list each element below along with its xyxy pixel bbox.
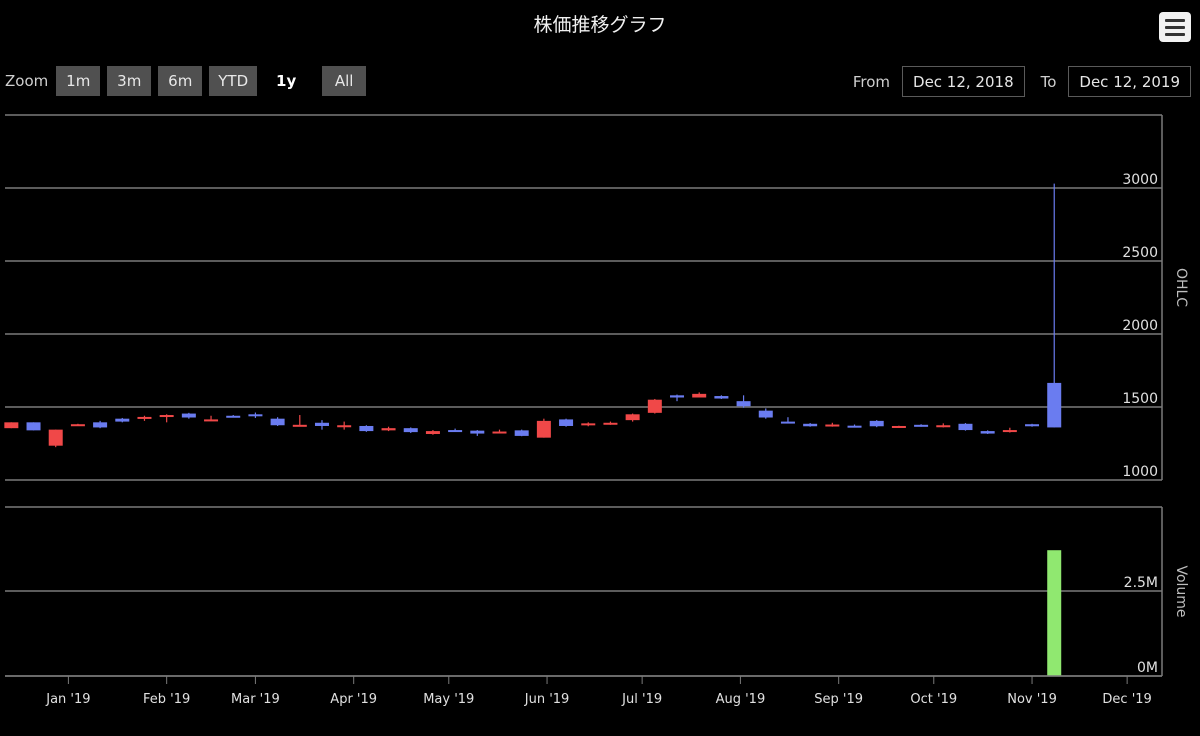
candle-body bbox=[314, 422, 329, 426]
x-tick-label: Mar '19 bbox=[231, 692, 280, 707]
x-tick-label: Dec '19 bbox=[1102, 692, 1151, 707]
ohlc-ytick-label: 1000 bbox=[1122, 464, 1158, 480]
volume-bar bbox=[1047, 550, 1062, 676]
candle-body bbox=[891, 425, 906, 428]
x-tick-label: Oct '19 bbox=[910, 692, 957, 707]
candle-body bbox=[780, 421, 795, 424]
x-tick-label: Aug '19 bbox=[716, 692, 766, 707]
candle-body bbox=[1025, 424, 1040, 427]
candle-body bbox=[559, 419, 574, 426]
candle-body bbox=[403, 428, 418, 433]
candle-body bbox=[980, 431, 995, 434]
ohlc-ytick-label: 2500 bbox=[1122, 245, 1158, 261]
x-tick-label: May '19 bbox=[423, 692, 474, 707]
candle-body bbox=[448, 430, 463, 433]
candle-body bbox=[381, 428, 396, 431]
volume-ytick-label: 2.5M bbox=[1124, 575, 1158, 591]
candle-body bbox=[70, 424, 85, 427]
candle-body bbox=[359, 425, 374, 432]
candle-body bbox=[736, 401, 751, 407]
x-tick-label: Jun '19 bbox=[524, 692, 570, 707]
candle-body bbox=[115, 418, 130, 422]
candle-body bbox=[226, 415, 241, 418]
x-tick-label: Feb '19 bbox=[143, 692, 190, 707]
candle-body bbox=[714, 396, 729, 399]
candle-body bbox=[603, 422, 618, 425]
ohlc-ytick-label: 2000 bbox=[1122, 318, 1158, 334]
volume-axis-title: Volume bbox=[1173, 565, 1189, 617]
candle-body bbox=[1002, 430, 1017, 433]
candle-body bbox=[625, 414, 640, 421]
candle-body bbox=[758, 410, 773, 418]
candle-body bbox=[492, 431, 507, 434]
candle-body bbox=[93, 422, 108, 428]
candle-body bbox=[248, 414, 263, 417]
stock-chart: 1000 1500 2000 2500 3000 OHLC 0M 2.5M Volume Jan … bbox=[4, 114, 1189, 707]
candle-body bbox=[803, 423, 818, 427]
candle-body bbox=[581, 423, 596, 426]
candle-body bbox=[337, 425, 352, 428]
candle-body bbox=[181, 413, 196, 418]
candle-body bbox=[914, 424, 929, 427]
candle-body bbox=[4, 422, 19, 429]
x-tick-label: Jan '19 bbox=[45, 692, 90, 707]
volume-ytick-label: 0M bbox=[1137, 660, 1158, 676]
x-tick-label: Jul '19 bbox=[621, 692, 662, 707]
candle-body bbox=[958, 423, 973, 431]
x-tick-label: Nov '19 bbox=[1007, 692, 1057, 707]
candle-body bbox=[692, 393, 707, 398]
ohlc-axis-title: OHLC bbox=[1173, 268, 1189, 307]
candle-body bbox=[936, 425, 951, 428]
candle-body bbox=[425, 431, 440, 435]
candle-body bbox=[647, 399, 662, 413]
candle-body bbox=[514, 430, 529, 436]
candle-body bbox=[536, 420, 551, 438]
candle-body bbox=[869, 420, 884, 427]
candle-body bbox=[270, 418, 285, 426]
candle-body bbox=[670, 395, 685, 398]
candle-body bbox=[26, 422, 41, 431]
x-tick-label: Apr '19 bbox=[330, 692, 377, 707]
candle-body bbox=[825, 424, 840, 427]
ohlc-ytick-label: 3000 bbox=[1122, 172, 1158, 188]
candle-body bbox=[137, 416, 152, 419]
candle-body bbox=[48, 429, 63, 446]
candle-body bbox=[204, 419, 219, 422]
x-tick-label: Sep '19 bbox=[814, 692, 863, 707]
candle-body bbox=[292, 424, 307, 427]
ohlc-ytick-label: 1500 bbox=[1122, 391, 1158, 407]
candle-body bbox=[470, 430, 485, 434]
candle-body bbox=[1047, 382, 1062, 428]
candle-body bbox=[159, 415, 174, 418]
candle-body bbox=[847, 425, 862, 428]
